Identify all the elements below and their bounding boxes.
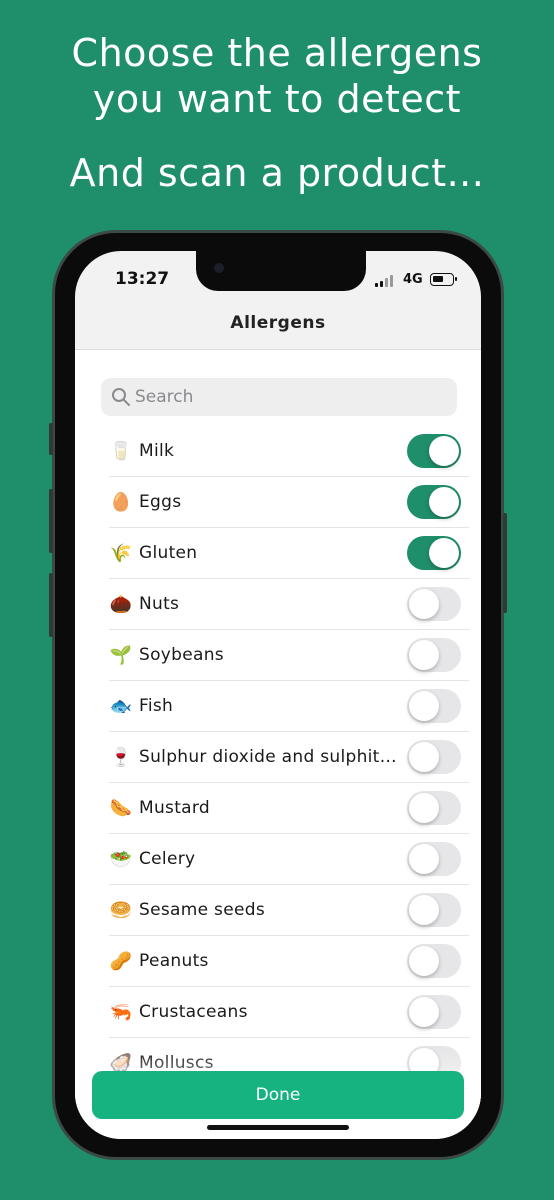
allergen-emoji-icon: 🌭 [109, 798, 133, 819]
toggle-knob [409, 793, 439, 823]
allergen-list-screen: 🥛 Milk 🥚 Eggs 🌾 Gluten 🌰 Nuts 🌱 Soybeans 🐟 Fish 🍷 Sul… [75, 350, 481, 1139]
phone-frame: 13:27 4G Allergens Search 🥛 Milk 🥚 Eggs … [49, 230, 507, 1160]
allergen-row[interactable]: 🍷 Sulphur dioxide and sulphites [109, 732, 469, 783]
allergen-row[interactable]: 🥗 Celery [109, 834, 469, 885]
allergen-toggle[interactable] [407, 536, 461, 570]
allergen-emoji-icon: 🥜 [109, 951, 133, 972]
toggle-knob [429, 436, 459, 466]
headline-line-2: you want to detect [92, 77, 462, 121]
allergen-row[interactable]: 🥜 Peanuts [109, 936, 469, 987]
allergen-row[interactable]: 🥚 Eggs [109, 477, 469, 528]
allergen-label: Mustard [139, 798, 210, 818]
allergen-toggle[interactable] [407, 740, 461, 774]
headline-bottom: And scan a product... [69, 151, 485, 195]
allergen-row[interactable]: 🌭 Mustard [109, 783, 469, 834]
headline-line-1: Choose the allergens [71, 31, 483, 75]
allergen-toggle[interactable] [407, 995, 461, 1029]
allergen-toggle[interactable] [407, 842, 461, 876]
toggle-knob [409, 946, 439, 976]
allergen-label: Sesame seeds [139, 900, 265, 920]
allergen-label: Milk [139, 441, 175, 461]
toggle-knob [409, 895, 439, 925]
toggle-knob [409, 844, 439, 874]
allergen-emoji-icon: 🌰 [109, 594, 133, 615]
allergen-toggle[interactable] [407, 944, 461, 978]
toggle-knob [409, 691, 439, 721]
allergen-emoji-icon: 🥗 [109, 849, 133, 870]
allergen-toggle[interactable] [407, 893, 461, 927]
allergen-toggle[interactable] [407, 689, 461, 723]
allergen-row[interactable]: 🌱 Soybeans [109, 630, 469, 681]
allergen-row[interactable]: 🌰 Nuts [109, 579, 469, 630]
allergen-row[interactable]: 🦐 Crustaceans [109, 987, 469, 1038]
allergen-emoji-icon: 🥯 [109, 900, 133, 921]
allergen-label: Fish [139, 696, 174, 716]
allergen-emoji-icon: 🦐 [109, 1002, 133, 1023]
allergen-row[interactable]: 🥯 Sesame seeds [109, 885, 469, 936]
search-icon [112, 388, 130, 406]
allergen-label: Gluten [139, 543, 198, 563]
status-time: 13:27 [115, 269, 170, 289]
toggle-knob [409, 997, 439, 1027]
allergen-label: Celery [139, 849, 196, 869]
headline-top: Choose the allergens you want to detect [0, 30, 554, 122]
allergen-row[interactable]: 🥛 Milk [109, 426, 469, 477]
power-button [503, 513, 507, 613]
allergen-toggle[interactable] [407, 791, 461, 825]
allergen-label: Soybeans [139, 645, 224, 665]
allergen-toggle[interactable] [407, 587, 461, 621]
search-input[interactable] [135, 378, 435, 416]
network-type: 4G [403, 272, 423, 287]
toggle-knob [429, 487, 459, 517]
toggle-knob [409, 742, 439, 772]
allergen-label: Peanuts [139, 951, 209, 971]
allergen-list: 🥛 Milk 🥚 Eggs 🌾 Gluten 🌰 Nuts 🌱 Soybeans 🐟 Fish 🍷 Sul… [109, 426, 469, 1089]
search-bar[interactable] [101, 378, 457, 416]
mute-switch [49, 423, 53, 455]
allergen-label: Crustaceans [139, 1002, 248, 1022]
toggle-knob [409, 640, 439, 670]
signal-icon [375, 275, 397, 287]
allergen-emoji-icon: 🍷 [109, 747, 133, 768]
allergen-emoji-icon: 🐟 [109, 696, 133, 717]
page-title: Allergens [230, 313, 326, 333]
home-indicator [207, 1125, 349, 1130]
allergen-label: Eggs [139, 492, 182, 512]
allergen-emoji-icon: 🥚 [109, 492, 133, 513]
allergen-emoji-icon: 🥛 [109, 441, 133, 462]
volume-down-button [49, 573, 53, 637]
allergen-label: Sulphur dioxide and sulphites [139, 747, 399, 767]
allergen-emoji-icon: 🌱 [109, 645, 133, 666]
notch [196, 251, 366, 291]
allergen-emoji-icon: 🌾 [109, 543, 133, 564]
allergen-toggle[interactable] [407, 485, 461, 519]
phone-screen: 13:27 4G Allergens Search 🥛 Milk 🥚 Eggs … [75, 251, 481, 1139]
allergen-toggle[interactable] [407, 434, 461, 468]
allergen-row[interactable]: 🌾 Gluten [109, 528, 469, 579]
allergen-toggle[interactable] [407, 638, 461, 672]
battery-icon [430, 273, 457, 286]
done-button[interactable]: Done [92, 1071, 464, 1119]
front-camera [214, 263, 224, 273]
allergen-row[interactable]: 🐟 Fish [109, 681, 469, 732]
toggle-knob [429, 538, 459, 568]
toggle-knob [409, 589, 439, 619]
volume-up-button [49, 489, 53, 553]
allergen-label: Nuts [139, 594, 180, 614]
